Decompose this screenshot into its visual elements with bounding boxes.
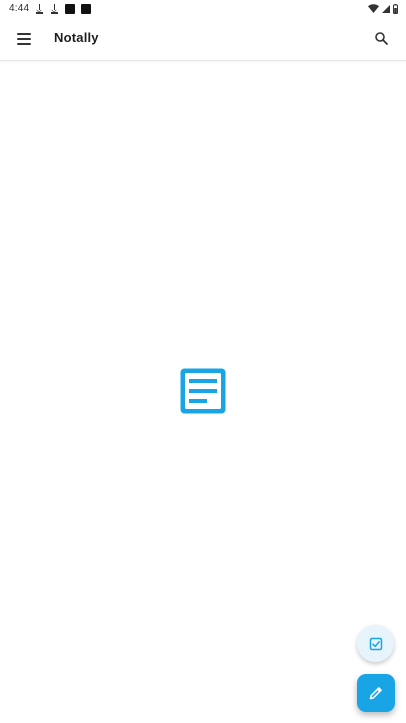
new-list-button[interactable]	[357, 625, 394, 662]
pencil-icon	[369, 687, 382, 700]
status-bar-right	[368, 3, 406, 14]
status-bar-left: 4:44	[0, 3, 92, 14]
download-icon	[35, 3, 44, 14]
app-square-icon	[81, 3, 92, 14]
download-icon	[50, 3, 59, 14]
new-note-button[interactable]	[357, 674, 395, 712]
note-icon	[179, 367, 227, 415]
hamburger-menu-icon[interactable]	[13, 27, 37, 51]
app-title: Notally	[54, 30, 99, 45]
battery-icon	[393, 3, 398, 14]
status-time: 4:44	[9, 3, 30, 14]
wifi-icon	[368, 4, 379, 13]
screen: 4:44 Notally	[0, 0, 406, 723]
app-bar: Notally	[0, 17, 406, 61]
cell-signal-icon	[382, 4, 390, 13]
search-icon[interactable]	[370, 27, 394, 51]
app-square-icon	[65, 3, 76, 14]
status-bar: 4:44	[0, 0, 406, 17]
checklist-icon	[369, 637, 382, 650]
